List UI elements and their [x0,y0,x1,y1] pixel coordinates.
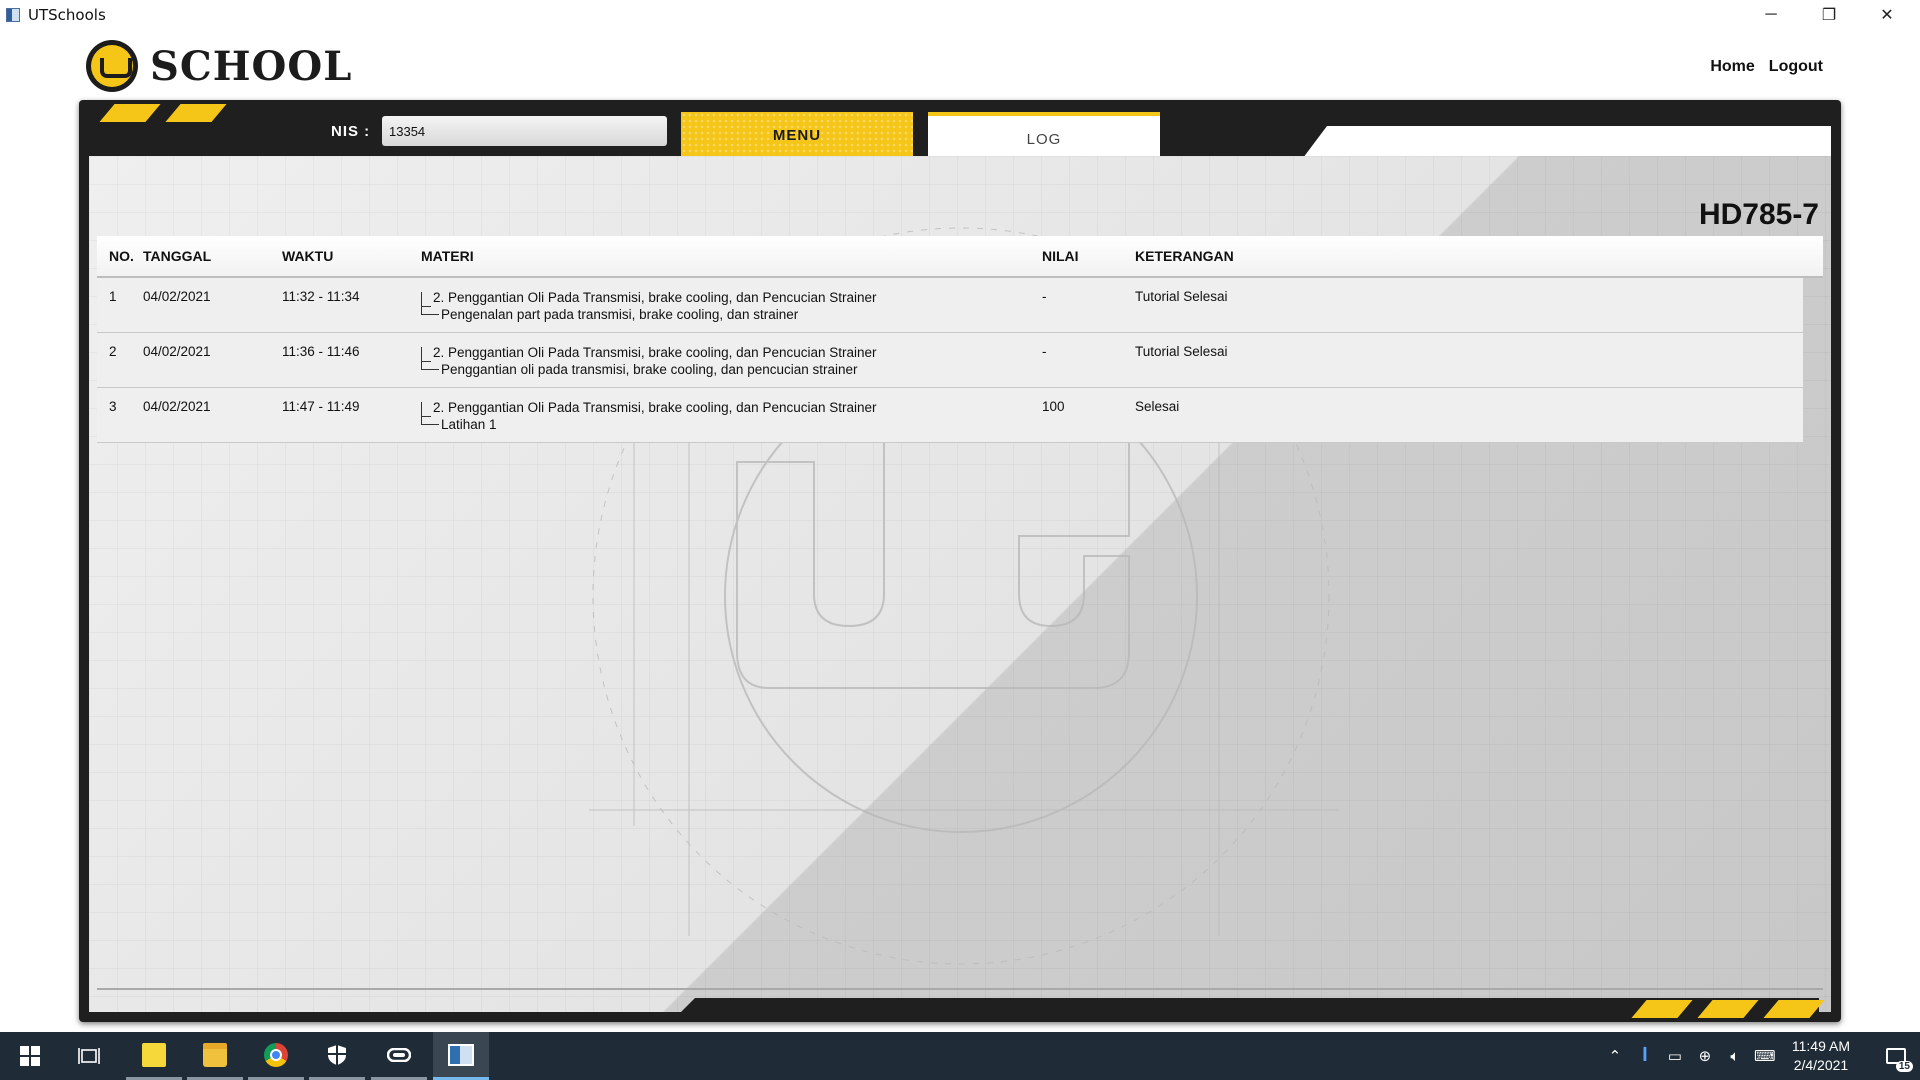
cell-waktu: 11:47 - 11:49 [282,399,360,414]
materi-sub: Pengenalan part pada transmisi, brake co… [421,303,1042,323]
app-tray-icon[interactable]: ꟾ [1630,1047,1660,1065]
log-table: NO. TANGGAL WAKTU MATERI NILAI KETERANGA… [97,236,1823,443]
cell-waktu: 11:36 - 11:46 [282,344,360,359]
ut-logo-icon [86,40,138,92]
tab-menu[interactable]: MENU [681,112,913,158]
table-row[interactable]: 3 04/02/2021 11:47 - 11:49 2. Penggantia… [97,388,1803,443]
log-panel: HD785-7 NO. TANGGAL WAKTU MATERI NILAI K… [89,156,1831,1012]
volume-icon[interactable]: 🔈︎ [1720,1047,1750,1065]
chrome-icon[interactable] [248,1032,304,1080]
nis-label: NIS : [331,123,371,140]
table-row[interactable]: 1 04/02/2021 11:32 - 11:34 2. Penggantia… [97,278,1803,333]
chevron-up-icon[interactable]: ⌃ [1600,1047,1630,1065]
close-button[interactable]: ✕ [1858,0,1916,30]
materi-title: 2. Penggantian Oli Pada Transmisi, brake… [433,400,877,415]
table-header: NO. TANGGAL WAKTU MATERI NILAI KETERANGA… [97,236,1823,278]
restore-button[interactable]: ❐ [1800,0,1858,30]
header-waktu: WAKTU [282,248,334,264]
cell-materi: 2. Penggantian Oli Pada Transmisi, brake… [421,399,1042,442]
materi-sub: Penggantian oli pada transmisi, brake co… [421,358,1042,378]
cell-tanggal: 04/02/2021 [143,289,211,304]
panel-divider [97,988,1823,990]
cell-no: 1 [109,289,117,304]
cell-tanggal: 04/02/2021 [143,344,211,359]
battery-icon[interactable]: ▭ [1660,1047,1690,1065]
nis-input[interactable] [382,116,667,146]
logout-link[interactable]: Logout [1769,58,1823,76]
header-nilai: NILAI [1042,248,1079,264]
system-clock[interactable]: 11:49 AM 2/4/2021 [1792,1037,1850,1075]
file-explorer-icon[interactable] [187,1032,243,1080]
header-no: NO. [109,248,134,264]
header-materi: MATERI [421,248,474,264]
cell-materi: 2. Penggantian Oli Pada Transmisi, brake… [421,289,1042,332]
cell-nilai: - [1042,289,1047,304]
utschools-icon[interactable] [433,1032,489,1080]
clock-date: 2/4/2021 [1793,1057,1849,1073]
network-globe-icon[interactable]: ⊕ [1690,1047,1720,1065]
table-row[interactable]: 2 04/02/2021 11:36 - 11:46 2. Penggantia… [97,333,1803,388]
keyboard-icon[interactable]: ⌨ [1750,1047,1780,1065]
top-nav: Home Logout [1710,58,1823,76]
notification-count: 15 [1895,1061,1913,1072]
system-tray: ⌃ ꟾ ▭ ⊕ 🔈︎ ⌨ 11:49 AM 2/4/2021 15 [1600,1032,1920,1080]
materi-title: 2. Penggantian Oli Pada Transmisi, brake… [433,345,877,360]
windows-security-icon[interactable] [309,1032,365,1080]
logo-text: SCHOOL [150,42,353,90]
window-titlebar: UTSchools ─ ❐ ✕ [0,0,1920,30]
tab-log[interactable]: LOG [928,112,1160,162]
sticky-notes-icon[interactable] [126,1032,182,1080]
windows-taskbar: ⌃ ꟾ ▭ ⊕ 🔈︎ ⌨ 11:49 AM 2/4/2021 15 [0,1032,1920,1080]
notification-center-icon[interactable]: 15 [1872,1032,1920,1080]
header-tanggal: TANGGAL [143,248,212,264]
main-frame: NIS : MENU LOG HD785-7 NO. TANGGAL WAKTU [79,100,1841,1022]
cell-materi: 2. Penggantian Oli Pada Transmisi, brake… [421,344,1042,387]
cell-keterangan: Tutorial Selesai [1135,344,1228,359]
cell-no: 2 [109,344,117,359]
materi-title: 2. Penggantian Oli Pada Transmisi, brake… [433,290,877,305]
clock-time: 11:49 AM [1791,1038,1850,1054]
materi-sub: Latihan 1 [421,413,1042,433]
window-title: UTSchools [28,6,106,24]
windows-start-icon[interactable] [2,1032,58,1080]
app-logo: SCHOOL [86,40,352,92]
cell-no: 3 [109,399,117,414]
cell-tanggal: 04/02/2021 [143,399,211,414]
cell-keterangan: Tutorial Selesai [1135,289,1228,304]
task-view-icon[interactable] [61,1032,117,1080]
header-keterangan: KETERANGAN [1135,248,1234,264]
model-code: HD785-7 [1698,198,1819,231]
cell-keterangan: Selesai [1135,399,1180,414]
home-link[interactable]: Home [1710,58,1754,76]
cell-nilai: - [1042,344,1047,359]
minimize-button[interactable]: ─ [1742,0,1800,30]
vpn-icon[interactable] [371,1032,427,1080]
cell-waktu: 11:32 - 11:34 [282,289,360,304]
app-window-icon [6,8,20,22]
cell-nilai: 100 [1042,399,1065,414]
